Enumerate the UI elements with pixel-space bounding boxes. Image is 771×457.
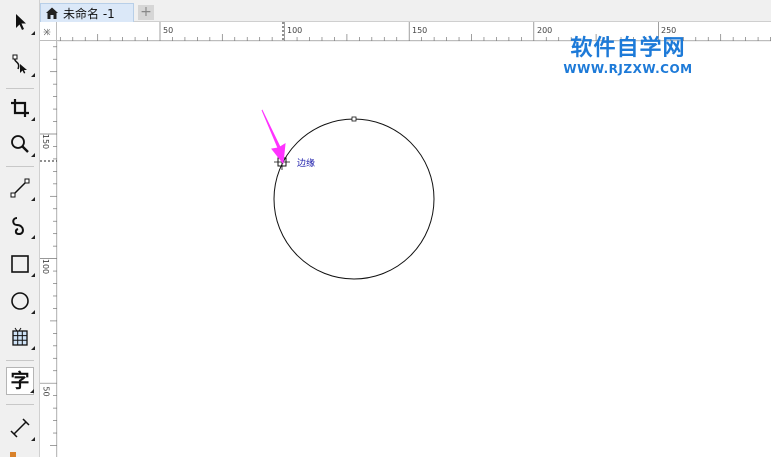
ruler-label: 150 xyxy=(41,133,51,150)
flyout-arrow xyxy=(31,117,35,121)
ruler-label: 50 xyxy=(41,386,51,397)
crop-icon xyxy=(11,99,29,117)
toolbox-overflow-icon[interactable] xyxy=(10,452,16,457)
snap-hint-label: 边缘 xyxy=(297,159,316,169)
toolbox: 字 xyxy=(0,0,40,457)
ellipse-tool[interactable] xyxy=(6,287,35,315)
corel-draw-window: 字 未命名 -1 + 米 50 100 150 200 250 150 100 … xyxy=(0,0,771,457)
text-icon: 字 xyxy=(10,370,30,392)
flyout-arrow xyxy=(31,273,35,277)
flyout-arrow xyxy=(31,437,35,441)
dimension-tool[interactable] xyxy=(6,414,35,442)
flyout-arrow xyxy=(31,346,35,350)
freehand-tool[interactable] xyxy=(6,174,35,202)
rectangle-tool[interactable] xyxy=(6,250,35,278)
graph-paper-tool[interactable] xyxy=(6,323,35,351)
ruler-label: 250 xyxy=(661,26,677,35)
vertical-ruler[interactable]: 150 100 50 xyxy=(40,41,57,457)
text-tool[interactable]: 字 xyxy=(6,367,34,395)
watermark-url: WWW.RJZXW.COM xyxy=(563,62,693,76)
tab-untitled-1[interactable]: 未命名 -1 xyxy=(40,3,134,22)
toolbox-separator xyxy=(6,166,34,167)
add-tab-button[interactable]: + xyxy=(138,5,154,20)
flyout-arrow xyxy=(31,73,35,77)
flyout-arrow xyxy=(30,389,34,393)
ruler-label: 200 xyxy=(537,26,553,35)
watermark: 软件自学网 WWW.RJZXW.COM xyxy=(553,36,703,76)
toolbox-separator xyxy=(6,360,34,361)
node-edit-icon xyxy=(12,54,27,74)
flyout-arrow xyxy=(31,31,35,35)
toolbox-separator xyxy=(6,404,34,405)
curve-icon xyxy=(12,217,24,236)
flyout-arrow xyxy=(31,153,35,157)
arrow-pointer-icon xyxy=(16,14,26,30)
dimension-line-icon xyxy=(10,418,30,438)
pick-tool[interactable] xyxy=(6,8,35,36)
ruler-label: 100 xyxy=(41,258,51,275)
line-icon xyxy=(10,178,30,198)
ruler-origin[interactable]: 米 xyxy=(40,22,57,41)
toolbox-separator xyxy=(6,88,34,89)
crop-tool[interactable] xyxy=(6,94,35,122)
zoom-tool[interactable] xyxy=(6,130,35,158)
flyout-arrow xyxy=(31,235,35,239)
magnifier-icon xyxy=(11,135,29,153)
ruler-label: 100 xyxy=(287,26,303,35)
artistic-media-tool[interactable] xyxy=(6,212,35,240)
home-icon xyxy=(46,7,58,19)
shape-tool[interactable] xyxy=(6,50,35,78)
ellipse-icon xyxy=(11,292,29,310)
watermark-title: 软件自学网 xyxy=(570,36,686,61)
drawing-canvas[interactable] xyxy=(58,42,771,457)
ruler-label: 50 xyxy=(163,26,174,35)
flyout-arrow xyxy=(31,197,35,201)
rectangle-icon xyxy=(11,255,29,273)
ruler-unit-label: 米 xyxy=(42,28,51,36)
ruler-label: 150 xyxy=(412,26,428,35)
tab-title: 未命名 -1 xyxy=(63,6,115,21)
document-tab-bar: 未命名 -1 + xyxy=(40,0,771,22)
grid-table-icon xyxy=(12,327,28,346)
flyout-arrow xyxy=(31,310,35,314)
